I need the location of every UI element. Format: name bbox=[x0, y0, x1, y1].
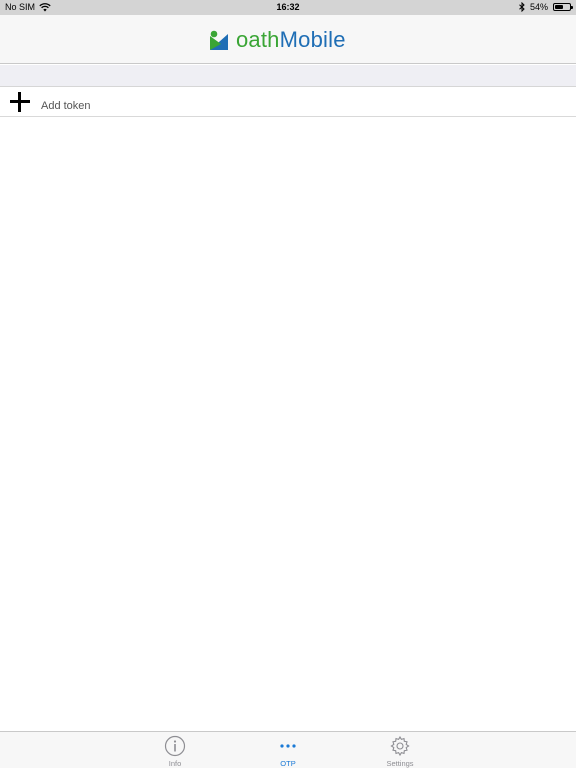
tab-info[interactable]: Info bbox=[135, 732, 215, 768]
add-token-label: Add token bbox=[41, 100, 91, 112]
tab-info-label: Info bbox=[168, 759, 182, 768]
tab-otp[interactable]: OTP bbox=[248, 732, 328, 768]
bluetooth-icon bbox=[519, 2, 525, 12]
info-icon bbox=[164, 735, 186, 757]
gear-icon bbox=[390, 735, 410, 757]
battery-tip bbox=[571, 6, 573, 9]
app-brand: oathMobile bbox=[208, 27, 346, 53]
status-time: 16:32 bbox=[276, 2, 300, 12]
add-token-row[interactable]: Add token bbox=[0, 87, 576, 117]
oathmobile-logo-icon bbox=[210, 30, 228, 50]
battery-percent: 54% bbox=[529, 2, 548, 12]
navigation-bar: oathMobile bbox=[0, 15, 576, 64]
tab-bar: Info OTP Settings bbox=[0, 731, 576, 768]
status-bar: No SIM 16:32 54% bbox=[0, 0, 576, 15]
app-title: oathMobile bbox=[236, 27, 346, 53]
tab-settings-label: Settings bbox=[386, 759, 414, 768]
battery-icon bbox=[553, 3, 573, 11]
plus-icon[interactable] bbox=[10, 92, 30, 112]
section-header bbox=[0, 65, 576, 87]
tab-otp-label: OTP bbox=[280, 759, 296, 768]
tab-settings[interactable]: Settings bbox=[360, 732, 440, 768]
battery-fill bbox=[555, 5, 563, 9]
status-right: 54% bbox=[519, 2, 573, 12]
more-dots-icon bbox=[280, 744, 296, 748]
brand-oath: oath bbox=[236, 27, 280, 52]
brand-mobile: Mobile bbox=[279, 27, 346, 52]
